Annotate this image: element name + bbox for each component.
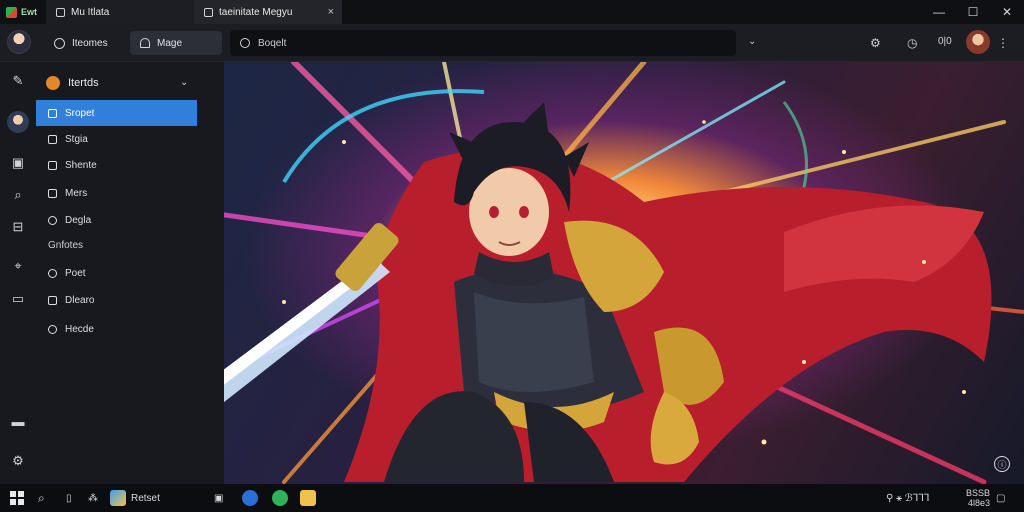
- minimize-button[interactable]: —: [922, 0, 956, 24]
- bookmark-icon[interactable]: ⊟: [9, 218, 27, 236]
- chevron-down-icon[interactable]: ⌄: [180, 77, 188, 88]
- sidebar-item-label: Stgia: [65, 133, 88, 145]
- sidebar-item-label: Degla: [65, 214, 92, 226]
- chrome-browser-icon[interactable]: [272, 490, 288, 506]
- sidebar-item-label: Sropet: [65, 107, 95, 119]
- leaf-icon: [48, 268, 57, 278]
- tray-time: BSSB: [965, 488, 990, 498]
- tag-icon[interactable]: ⌖: [9, 257, 27, 275]
- tab-mu-itlata[interactable]: Mu Itlata ×: [46, 0, 194, 24]
- menu-icon[interactable]: ⋮: [997, 36, 1009, 50]
- tab-label: Mu Itlata: [71, 6, 110, 18]
- clock-icon: [48, 215, 57, 225]
- sidebar-item-dlearo[interactable]: Dlearo: [36, 287, 197, 313]
- mage-label: Mage: [157, 37, 183, 49]
- file-explorer-icon[interactable]: [300, 490, 316, 506]
- user-avatar[interactable]: [966, 30, 990, 54]
- sidebar-item-shente[interactable]: Shente: [36, 152, 197, 178]
- settings-icon[interactable]: ⚙: [9, 452, 27, 470]
- tab-page-icon: [56, 7, 65, 17]
- info-icon[interactable]: ⓘ: [994, 456, 1010, 472]
- os-taskbar: ⌕ ▯ ⁂ Retset ▣ ⚲ ⚹ ℬꞀꞀꞀ BSSB 4l8e3 ▢: [0, 484, 1024, 512]
- image-icon: [48, 295, 57, 305]
- sidebar-item-mers[interactable]: Mers: [36, 180, 197, 206]
- maximize-button[interactable]: ☐: [956, 0, 990, 24]
- chat-icon[interactable]: ▣: [214, 490, 223, 506]
- close-button[interactable]: ✕: [990, 0, 1024, 24]
- nav-toolbar: Iteomes Mage Boqelt ⌄ ⚙ ◷ 0|0 ⋮: [0, 24, 1024, 62]
- sidebar-header-label: Itertds: [68, 77, 99, 89]
- tab-strip: Ewt Mu Itlata × taeinitate Megyu × — ☐ ✕: [0, 0, 1024, 24]
- windows-logo-icon: [10, 491, 24, 505]
- widgets-icon[interactable]: ⁂: [88, 490, 98, 506]
- sidebar-item-stgia[interactable]: Stgia: [36, 126, 197, 152]
- edit-icon: [48, 134, 57, 144]
- taskbar-app-label: Retset: [131, 492, 160, 504]
- compass-icon: [54, 37, 65, 49]
- sidebar-item-label: Mers: [65, 187, 88, 199]
- hero-artwork: ⓘ: [224, 62, 1024, 484]
- window-controls: — ☐ ✕: [922, 0, 1024, 24]
- notification-icon[interactable]: ▢: [996, 490, 1005, 506]
- clock-tray[interactable]: BSSB 4l8e3: [966, 488, 990, 508]
- tray-date: 4l8e3: [967, 498, 990, 508]
- search-value: Boqelt: [258, 37, 287, 49]
- app-badge[interactable]: Ewt: [0, 0, 46, 24]
- tab-close-icon[interactable]: ×: [180, 6, 186, 18]
- list-icon: [48, 188, 57, 198]
- coin-icon: [46, 76, 60, 90]
- rail-avatar[interactable]: [7, 111, 29, 133]
- sidebar-item-degla[interactable]: Degla: [36, 207, 197, 233]
- tab-close-icon[interactable]: ×: [328, 6, 334, 18]
- share-icon: [48, 160, 57, 170]
- panel-icon[interactable]: ▬: [9, 412, 27, 430]
- taskbar-app-retset[interactable]: Retset: [110, 490, 160, 506]
- anime-hero-illustration: [224, 62, 1024, 484]
- app-icon: [110, 490, 126, 506]
- search-input[interactable]: Boqelt: [230, 30, 736, 56]
- counter-text[interactable]: 0|0: [938, 36, 952, 47]
- sidebar-item-sropet[interactable]: Sropet: [36, 100, 197, 126]
- search-icon[interactable]: ⌕: [9, 186, 27, 204]
- inbox-icon[interactable]: ▣: [9, 154, 27, 172]
- tab-page-icon: [204, 7, 213, 17]
- sidebar-item-hecde[interactable]: Hecde: [36, 316, 197, 342]
- left-rail: ✎ ▣ ⌕ ⊟ ⌖ ▭ ▬ ⚙: [0, 62, 36, 484]
- sidebar-item-label: Hecde: [65, 323, 94, 335]
- sidebar-item-label: Poet: [65, 267, 86, 279]
- bell-icon: [140, 38, 150, 48]
- tray-icons[interactable]: ⚲ ⚹ ℬꞀꞀꞀ: [886, 490, 929, 506]
- sidebar-section-title: Gnfotes: [48, 240, 84, 251]
- app-window: Ewt Mu Itlata × taeinitate Megyu × — ☐ ✕…: [0, 0, 1024, 512]
- check-icon: [48, 108, 57, 118]
- iteomes-button[interactable]: Iteomes: [44, 31, 118, 55]
- pin-icon[interactable]: ✎: [9, 72, 27, 90]
- app-logo-icon: [6, 6, 17, 18]
- gear-icon[interactable]: ⚙: [870, 36, 881, 50]
- tab-megyu[interactable]: taeinitate Megyu ×: [194, 0, 342, 24]
- tv-icon[interactable]: ▭: [9, 290, 27, 308]
- start-button[interactable]: [10, 490, 24, 506]
- iteomes-label: Iteomes: [72, 37, 108, 49]
- app-badge-label: Ewt: [21, 7, 38, 17]
- sidebar-item-label: Shente: [65, 159, 97, 171]
- profile-avatar[interactable]: [7, 30, 31, 54]
- sidebar-item-poet[interactable]: Poet: [36, 260, 197, 286]
- chevron-down-icon[interactable]: ⌄: [748, 36, 756, 47]
- clock-icon[interactable]: ◷: [907, 36, 917, 50]
- search-icon: [240, 38, 250, 48]
- edge-browser-icon[interactable]: [242, 490, 258, 506]
- tab-label: taeinitate Megyu: [219, 6, 293, 18]
- task-view-icon[interactable]: ▯: [66, 490, 72, 506]
- circle-icon: [48, 324, 57, 334]
- sidebar-panel: Itertds ⌄ Sropet Stgia Shente Mers Degla…: [36, 62, 224, 484]
- sidebar-item-label: Dlearo: [65, 294, 95, 306]
- mage-button[interactable]: Mage: [130, 31, 222, 55]
- taskbar-search-icon[interactable]: ⌕: [38, 490, 45, 506]
- sidebar-header[interactable]: Itertds: [46, 76, 99, 90]
